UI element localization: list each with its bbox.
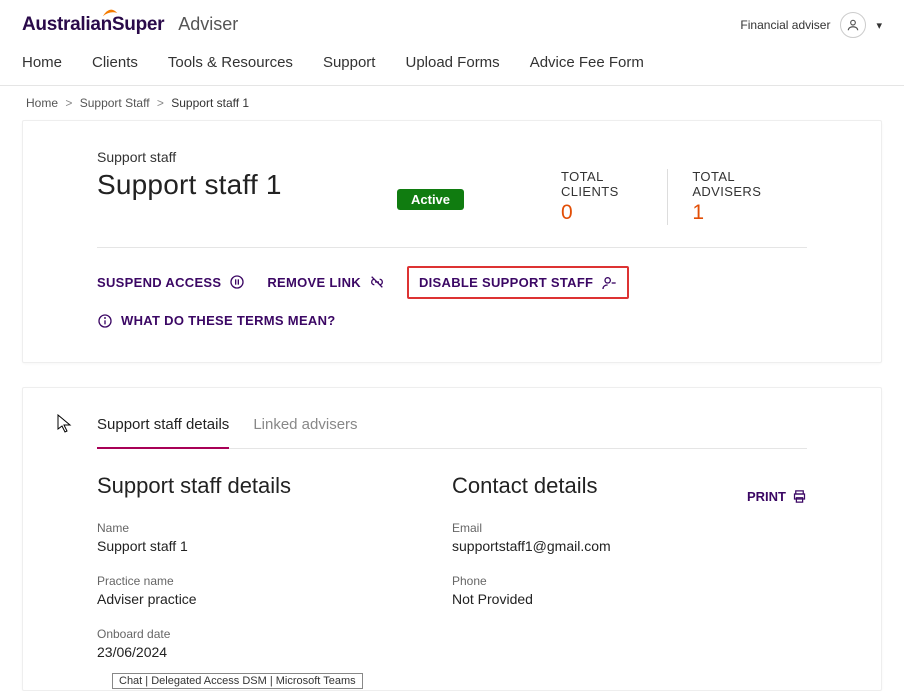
breadcrumb-home[interactable]: Home: [26, 96, 58, 110]
breadcrumb-support-staff[interactable]: Support Staff: [80, 96, 150, 110]
print-icon: [792, 489, 807, 504]
terms-help-link[interactable]: WHAT DO THESE TERMS MEAN?: [97, 313, 336, 329]
avatar[interactable]: [840, 12, 866, 38]
divider: [97, 247, 807, 248]
stat-value: 1: [692, 201, 783, 225]
tab-support-staff-details[interactable]: Support staff details: [97, 416, 229, 449]
logo-main-text: AustralianSuper: [22, 14, 164, 35]
disable-highlight: DISABLE SUPPORT STAFF: [407, 266, 629, 299]
stat-total-clients: TOTAL CLIENTS 0: [537, 169, 667, 225]
tabs: Support staff details Linked advisers: [97, 416, 807, 449]
person-remove-icon: [601, 275, 617, 291]
print-label: PRINT: [747, 489, 786, 504]
stat-total-advisers: TOTAL ADVISERS 1: [667, 169, 807, 225]
action-label: DISABLE SUPPORT STAFF: [419, 275, 593, 290]
suspend-access-button[interactable]: SUSPEND ACCESS: [97, 274, 245, 290]
breadcrumb-sep: >: [65, 96, 72, 110]
stat-label: TOTAL ADVISERS: [692, 169, 783, 199]
status-badge: Active: [397, 189, 464, 210]
stat-label: TOTAL CLIENTS: [561, 169, 643, 199]
section-heading-details: Support staff details: [97, 473, 452, 499]
nav-support[interactable]: Support: [323, 54, 376, 71]
chevron-down-icon[interactable]: ▾: [876, 19, 882, 32]
unlink-icon: [369, 274, 385, 290]
field-label-onboard: Onboard date: [97, 627, 452, 641]
stat-value: 0: [561, 201, 643, 225]
field-value-onboard: 23/06/2024: [97, 644, 452, 660]
nav-advice-fee-form[interactable]: Advice Fee Form: [530, 54, 644, 71]
breadcrumb-current: Support staff 1: [171, 96, 249, 110]
breadcrumb: Home > Support Staff > Support staff 1: [0, 86, 904, 120]
action-label: REMOVE LINK: [267, 275, 361, 290]
page-kicker: Support staff: [97, 149, 807, 165]
details-left-col: Support staff details Name Support staff…: [97, 473, 452, 680]
field-label-phone: Phone: [452, 574, 807, 588]
field-value-phone: Not Provided: [452, 591, 807, 607]
person-icon: [846, 18, 860, 32]
user-role-label: Financial adviser: [740, 18, 830, 32]
logo-sub: Adviser: [178, 14, 238, 35]
page-title: Support staff 1: [97, 169, 397, 201]
breadcrumb-sep: >: [157, 96, 164, 110]
print-button[interactable]: PRINT: [747, 489, 807, 504]
logo-main: AustralianSuper: [22, 14, 164, 36]
field-label-practice: Practice name: [97, 574, 452, 588]
main-nav: Home Clients Tools & Resources Support U…: [0, 44, 904, 86]
info-icon: [97, 313, 113, 329]
nav-upload-forms[interactable]: Upload Forms: [405, 54, 499, 71]
tab-linked-advisers[interactable]: Linked advisers: [253, 416, 357, 448]
field-value-email: supportstaff1@gmail.com: [452, 538, 807, 554]
pause-icon: [229, 274, 245, 290]
section-heading-contact: Contact details: [452, 473, 598, 499]
field-label-name: Name: [97, 521, 452, 535]
disable-support-staff-button[interactable]: DISABLE SUPPORT STAFF: [419, 275, 617, 291]
help-label: WHAT DO THESE TERMS MEAN?: [121, 313, 336, 328]
nav-tools[interactable]: Tools & Resources: [168, 54, 293, 71]
chat-pill[interactable]: Chat | Delegated Access DSM | Microsoft …: [112, 673, 363, 689]
details-right-col: Contact details PRINT Email supportstaff…: [452, 473, 807, 680]
action-label: SUSPEND ACCESS: [97, 275, 221, 290]
nav-home[interactable]: Home: [22, 54, 62, 71]
logo[interactable]: AustralianSuper Adviser: [22, 14, 238, 36]
field-value-name: Support staff 1: [97, 538, 452, 554]
remove-link-button[interactable]: REMOVE LINK: [267, 274, 385, 290]
summary-card: Support staff Support staff 1 Active TOT…: [22, 120, 882, 363]
details-card: Support staff details Linked advisers Su…: [22, 387, 882, 691]
nav-clients[interactable]: Clients: [92, 54, 138, 71]
boomerang-icon: [102, 8, 118, 18]
field-value-practice: Adviser practice: [97, 591, 452, 607]
field-label-email: Email: [452, 521, 807, 535]
